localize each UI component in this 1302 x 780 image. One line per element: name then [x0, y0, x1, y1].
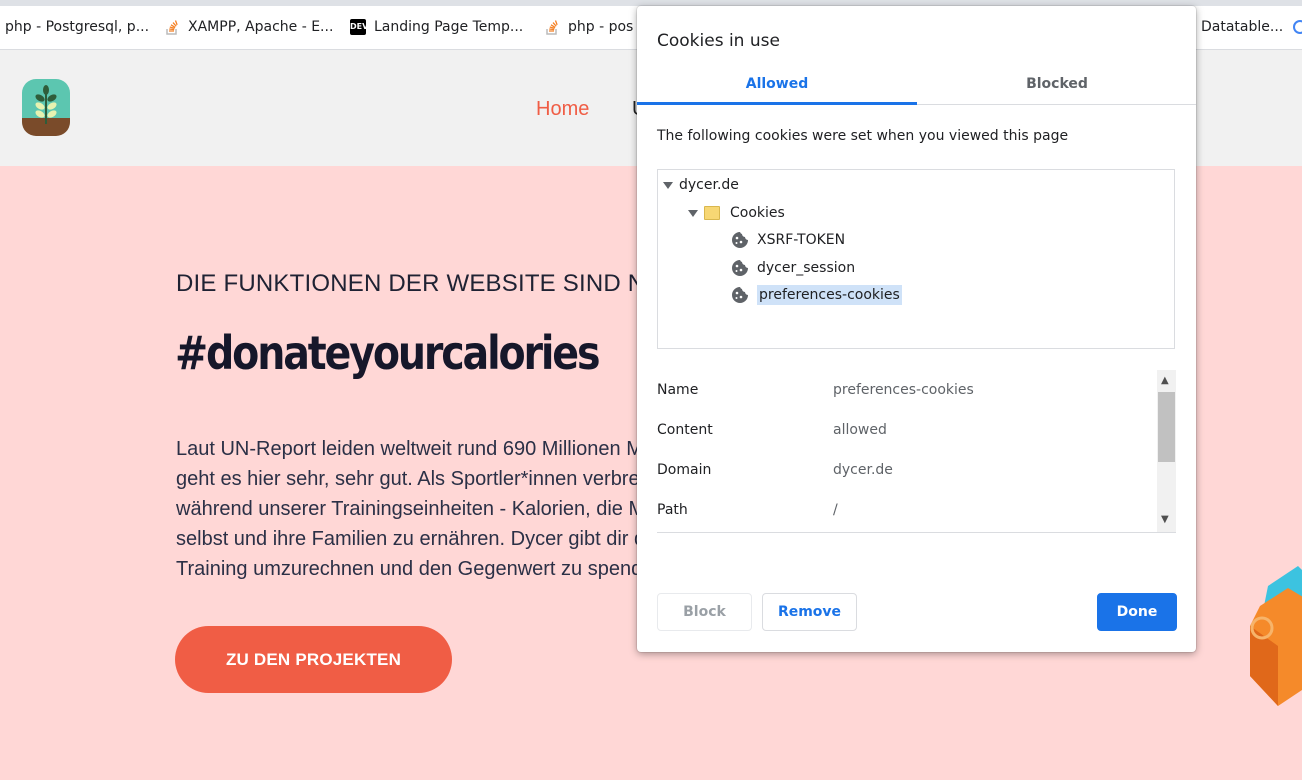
- bookmark-item[interactable]: DEV Landing Page Temp...: [350, 16, 523, 38]
- cookie-tree: dycer.de Cookies XSRF-TOKEN dycer_sessio…: [657, 169, 1175, 349]
- hero-title: #donateyourcalories: [175, 326, 601, 380]
- detail-value: dycer.de: [833, 462, 893, 478]
- dev-icon: DEV: [350, 19, 368, 35]
- cookies-dialog: Cookies in use Allowed Blocked The follo…: [637, 6, 1196, 652]
- cookie-label: XSRF-TOKEN: [757, 232, 846, 248]
- stackoverflow-icon: [164, 19, 180, 35]
- detail-value: allowed: [833, 422, 887, 438]
- tab-blocked[interactable]: Blocked: [917, 66, 1197, 104]
- bookmark-item[interactable]: Datatable...: [1201, 16, 1283, 38]
- bookmark-label: php - Postgresql, p...: [5, 19, 150, 35]
- detail-row: Content allowed: [657, 422, 1147, 442]
- done-button[interactable]: Done: [1097, 593, 1177, 631]
- detail-label: Path: [657, 502, 688, 518]
- cookie-details: Name preferences-cookies Content allowed…: [657, 370, 1176, 533]
- expand-triangle-icon[interactable]: [688, 209, 698, 217]
- expand-triangle-icon[interactable]: [663, 181, 673, 189]
- cookie-label: preferences-cookies: [757, 285, 902, 305]
- cookie-label: dycer_session: [757, 260, 856, 276]
- hero-kicker: DIE FUNKTIONEN DER WEBSITE SIND N: [176, 270, 646, 297]
- detail-row: Path /: [657, 502, 1147, 522]
- bookmark-item[interactable]: php - pos: [544, 16, 633, 38]
- remove-button[interactable]: Remove: [762, 593, 857, 631]
- block-button[interactable]: Block: [657, 593, 752, 631]
- detail-label: Domain: [657, 462, 712, 478]
- bookmark-label: php - pos: [568, 19, 634, 35]
- detail-label: Name: [657, 382, 699, 398]
- bookmark-label: Datatable...: [1201, 19, 1284, 35]
- detail-label: Content: [657, 422, 713, 438]
- decorative-illustration: [1248, 566, 1302, 706]
- cookie-icon: [732, 260, 748, 276]
- bookmark-item[interactable]: XAMPP, Apache - E...: [164, 16, 333, 38]
- detail-row: Domain dycer.de: [657, 462, 1147, 482]
- projects-cta-button[interactable]: ZU DEN PROJEKTEN: [175, 626, 452, 693]
- nav-home-link[interactable]: Home: [536, 98, 589, 121]
- detail-value: /: [833, 502, 838, 518]
- tree-node-cookie[interactable]: dycer_session: [731, 257, 855, 279]
- bookmark-item[interactable]: php - Postgresql, p...: [5, 16, 149, 38]
- scroll-down-icon[interactable]: ▼: [1161, 514, 1169, 525]
- scrollbar-thumb[interactable]: [1158, 392, 1175, 462]
- link-icon: [1292, 19, 1302, 35]
- stackoverflow-icon: [544, 19, 560, 35]
- tree-node-cookie[interactable]: XSRF-TOKEN: [731, 229, 845, 251]
- cookie-icon: [732, 232, 748, 248]
- tree-node-domain[interactable]: dycer.de: [663, 174, 739, 196]
- bookmark-label: XAMPP, Apache - E...: [188, 19, 334, 35]
- folder-icon: [704, 206, 720, 220]
- domain-label: dycer.de: [679, 177, 739, 193]
- bookmark-label: Landing Page Temp...: [374, 19, 524, 35]
- details-scrollbar[interactable]: ▲ ▼: [1157, 370, 1176, 532]
- tab-allowed[interactable]: Allowed: [637, 66, 917, 105]
- scroll-up-icon[interactable]: ▲: [1161, 375, 1169, 386]
- bookmark-item[interactable]: [1292, 16, 1302, 38]
- folder-label: Cookies: [730, 205, 785, 221]
- tree-node-folder[interactable]: Cookies: [688, 202, 785, 224]
- tree-node-cookie-selected[interactable]: preferences-cookies: [731, 284, 902, 306]
- dialog-description: The following cookies were set when you …: [657, 128, 1069, 144]
- dialog-title: Cookies in use: [657, 31, 780, 51]
- dycer-logo-icon[interactable]: [21, 78, 71, 138]
- detail-value: preferences-cookies: [833, 382, 974, 398]
- detail-row: Name preferences-cookies: [657, 382, 1147, 402]
- cookie-icon: [732, 287, 748, 303]
- dialog-tabs: Allowed Blocked: [637, 66, 1196, 105]
